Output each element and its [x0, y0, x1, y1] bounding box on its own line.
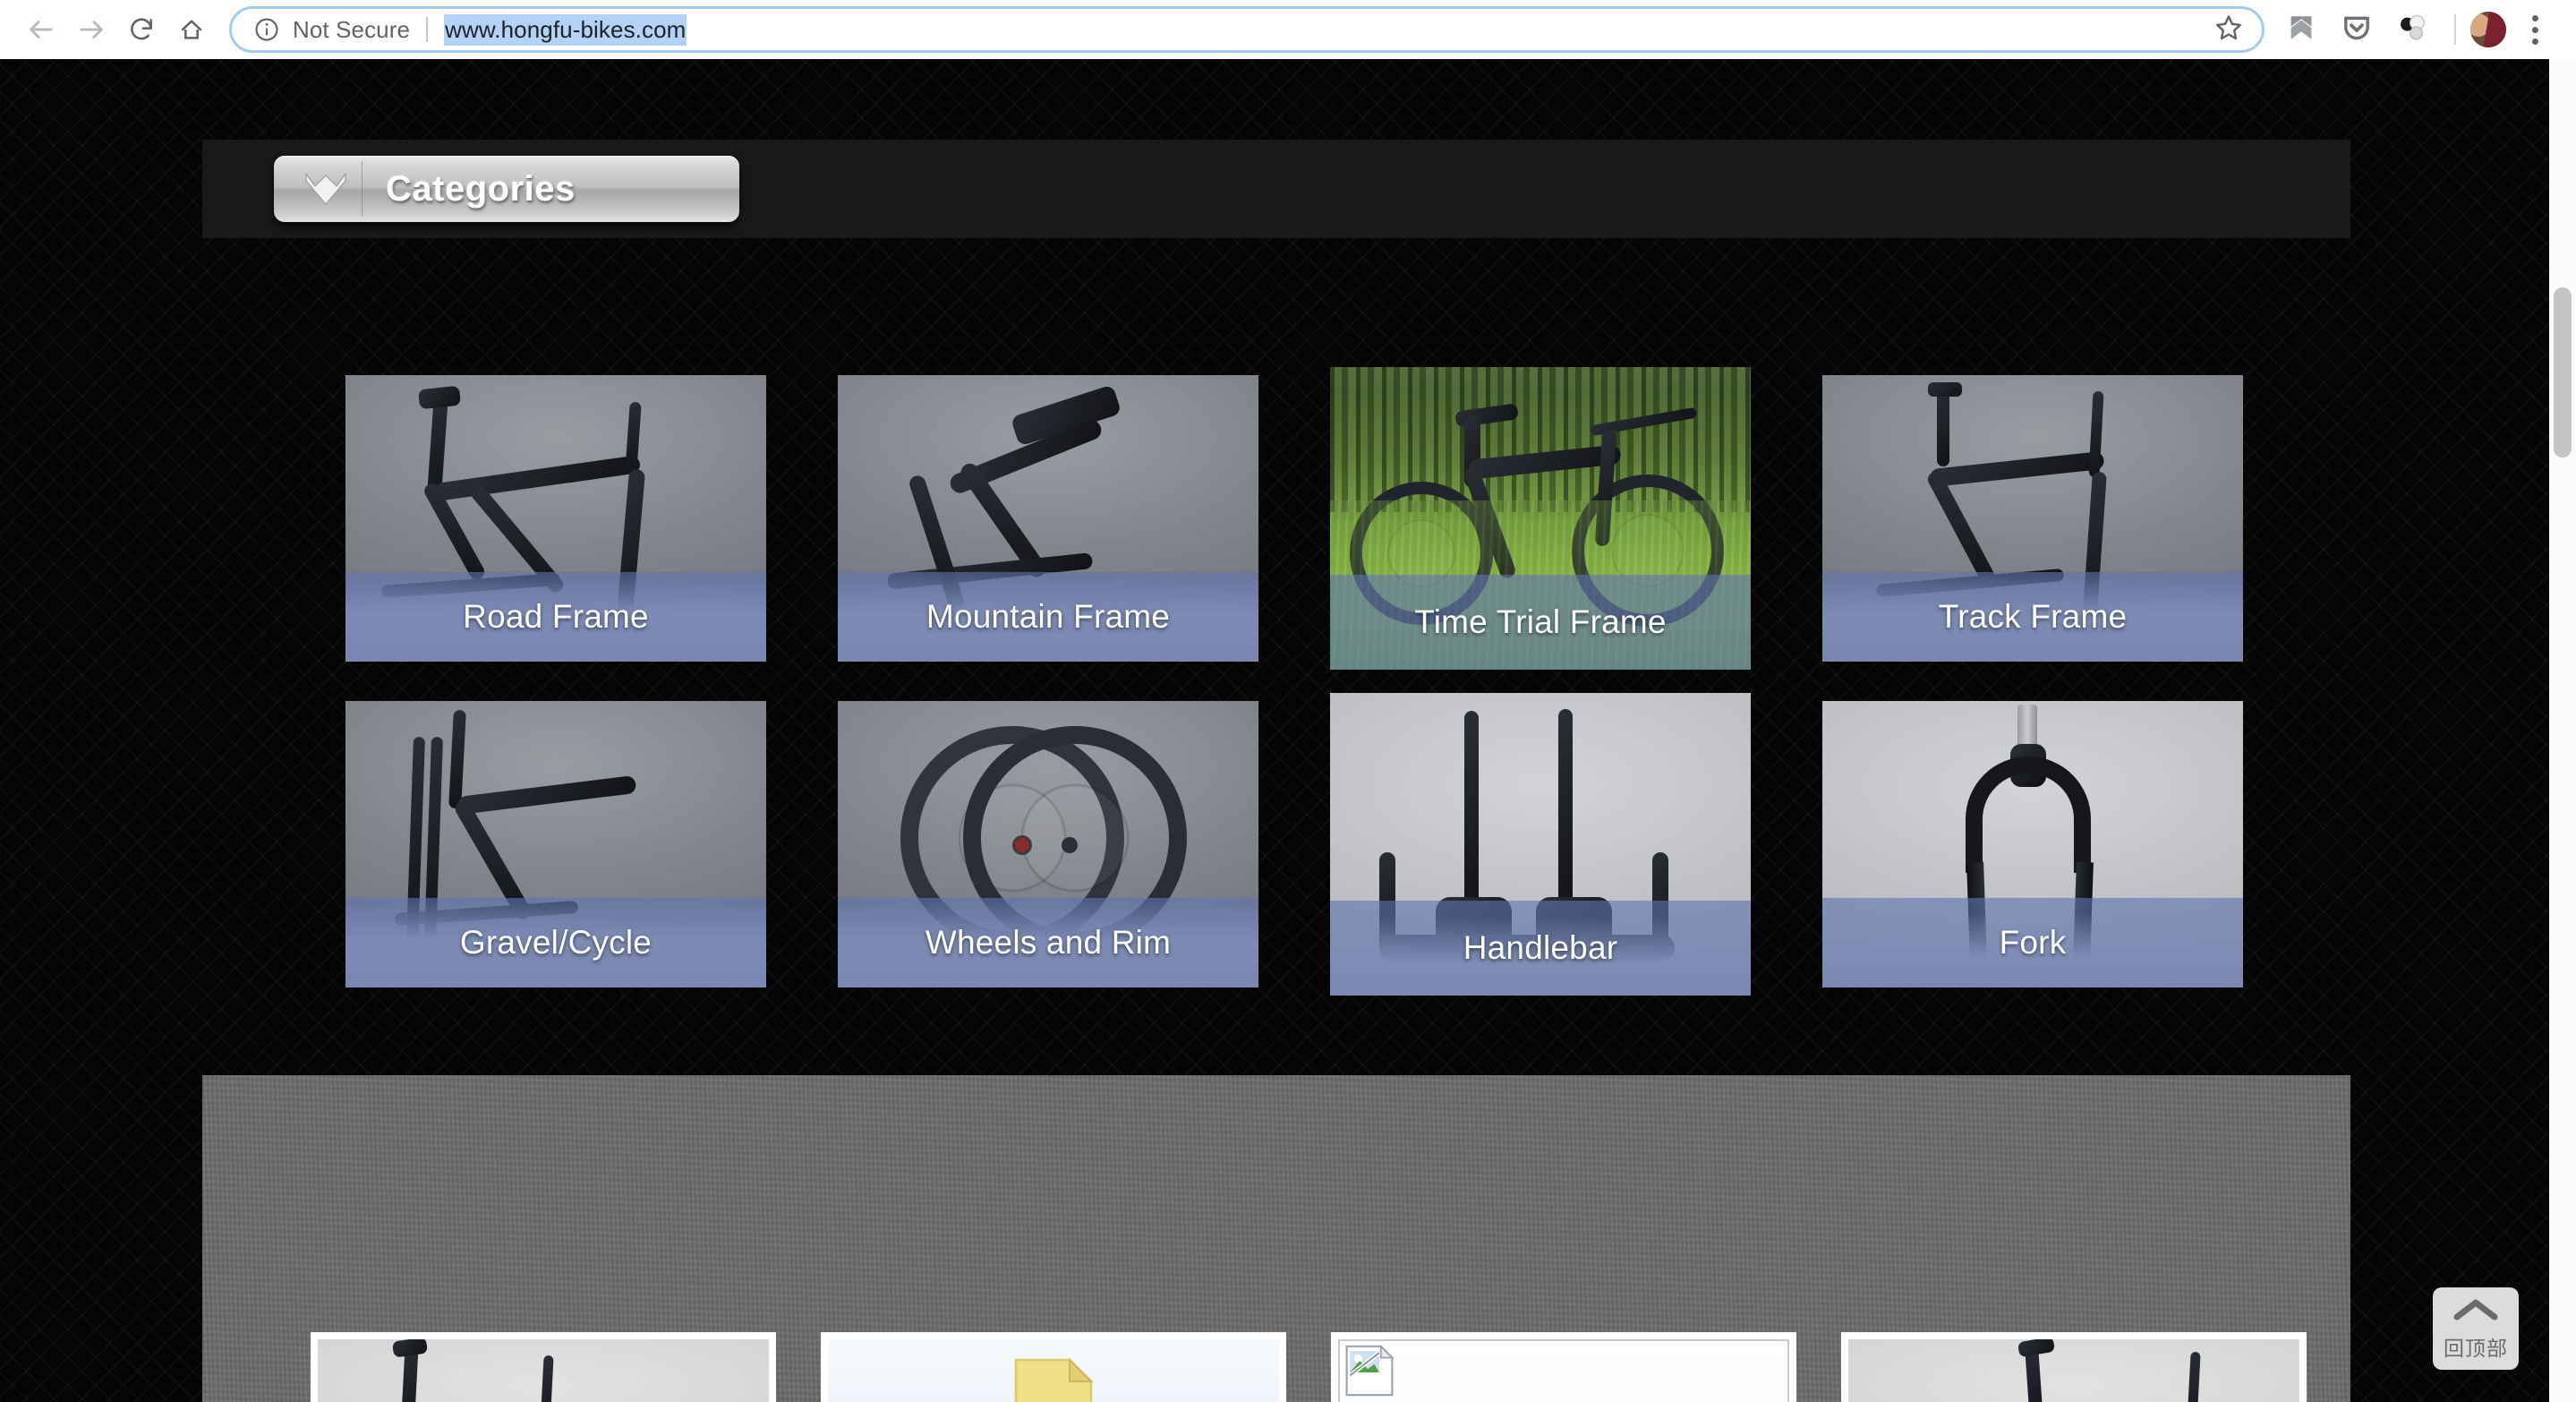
browser-actions [2273, 4, 2556, 55]
profile-avatar[interactable] [2470, 12, 2506, 47]
scrollbar-thumb[interactable] [2554, 287, 2572, 457]
document-placeholder-icon [998, 1349, 1109, 1402]
back-to-top-label: 回顶部 [2444, 1337, 2508, 1361]
category-tile-fork[interactable]: Fork [1822, 701, 2243, 987]
home-icon [177, 15, 206, 44]
category-label: Time Trial Frame [1414, 603, 1667, 640]
address-bar[interactable]: Not Secure www.hongfu-bikes.com [229, 6, 2265, 53]
category-label: Mountain Frame [925, 598, 1171, 635]
chevron-down-icon [294, 167, 358, 211]
category-label: Handlebar [1463, 929, 1618, 966]
category-tile-road-frame[interactable]: Road Frame [345, 375, 766, 662]
toolbar-divider [2454, 14, 2456, 45]
categories-section-header: Categories [202, 140, 2350, 238]
category-row: Gravel/Cycle Wheels and Rim Handlebar Fo… [310, 693, 2279, 996]
category-tile-mountain-frame[interactable]: Mountain Frame [838, 375, 1258, 662]
back-button[interactable] [16, 4, 66, 55]
product-card[interactable] [1841, 1332, 2307, 1402]
product-card[interactable] [311, 1332, 776, 1402]
category-tile-gravel-cycle[interactable]: Gravel/Cycle [345, 701, 766, 987]
forward-button[interactable] [66, 4, 116, 55]
category-label: Fork [1999, 924, 2067, 961]
product-card[interactable] [1331, 1332, 1796, 1402]
browser-toolbar: Not Secure www.hongfu-bikes.com [0, 0, 2576, 59]
page-viewport: Categories Road Frame Mountain Frame Tim… [0, 59, 2576, 1402]
site-info-icon[interactable] [253, 16, 280, 43]
colorzilla-icon [2396, 12, 2428, 48]
tile-label-overlay: Handlebar [1330, 901, 1751, 996]
loading-placeholder [828, 1339, 1279, 1402]
tile-label-overlay: Track Frame [1822, 572, 2243, 662]
pocket-icon [2341, 13, 2372, 47]
category-tile-time-trial-frame[interactable]: Time Trial Frame [1330, 367, 1751, 670]
category-tile-wheels-and-rim[interactable]: Wheels and Rim [838, 701, 1258, 987]
broken-image-placeholder [1338, 1339, 1789, 1402]
hot-products-row [288, 1332, 2329, 1402]
category-label: Wheels and Rim [925, 924, 1172, 961]
star-icon [2213, 13, 2244, 47]
tile-label-overlay: Mountain Frame [838, 572, 1258, 662]
three-dot-menu-icon [2531, 14, 2538, 21]
category-row: Road Frame Mountain Frame Time Trial Fra… [310, 367, 2279, 670]
product-card[interactable] [821, 1332, 1286, 1402]
url-text[interactable]: www.hongfu-bikes.com [444, 13, 687, 46]
bike-frame-photo [1848, 1339, 2299, 1402]
tile-label-overlay: Fork [1822, 898, 2243, 987]
browser-menu-button[interactable] [2513, 4, 2556, 55]
category-label: Gravel/Cycle [459, 924, 653, 961]
reload-icon [127, 15, 156, 44]
reload-button[interactable] [116, 4, 166, 55]
tile-label-overlay: Gravel/Cycle [345, 898, 766, 987]
back-to-top-button[interactable]: 回顶部 [2433, 1287, 2519, 1370]
omnibox-divider [426, 17, 429, 42]
bike-frame-photo [318, 1339, 769, 1402]
pocket-button[interactable] [2329, 4, 2384, 55]
bookmark-manager-icon [2286, 13, 2316, 47]
tile-label-overlay: Time Trial Frame [1330, 575, 1751, 670]
security-status-label: Not Secure [293, 15, 411, 43]
category-tile-handlebar[interactable]: Handlebar [1330, 693, 1751, 996]
home-button[interactable] [166, 4, 217, 55]
forward-arrow-icon [76, 14, 107, 45]
chevron-up-icon [2452, 1296, 2500, 1328]
category-label: Road Frame [463, 598, 649, 635]
categories-title: Categories [386, 168, 576, 209]
tile-label-overlay: Road Frame [345, 572, 766, 662]
category-grid: Road Frame Mountain Frame Time Trial Fra… [310, 367, 2279, 996]
category-tile-track-frame[interactable]: Track Frame [1822, 375, 2243, 662]
bookmark-star-button[interactable] [2213, 13, 2244, 47]
tile-label-overlay: Wheels and Rim [838, 898, 1258, 987]
back-arrow-icon [26, 14, 56, 45]
category-label: Track Frame [1938, 598, 2128, 635]
page-scrollbar[interactable] [2549, 59, 2576, 1402]
colorzilla-button[interactable] [2384, 4, 2440, 55]
broken-image-icon [1343, 1344, 1395, 1401]
categories-pill-button[interactable]: Categories [274, 156, 739, 222]
pill-divider [362, 161, 363, 217]
bookmark-manager-button[interactable] [2273, 4, 2329, 55]
